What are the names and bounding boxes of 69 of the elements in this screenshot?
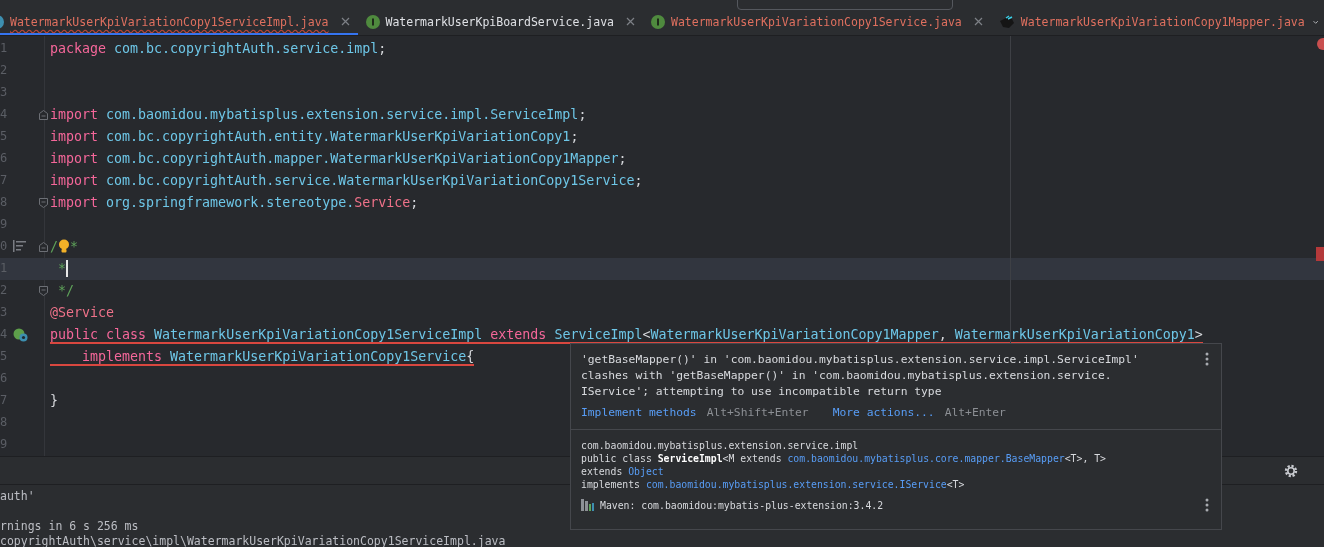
doc-line: extends Object (581, 465, 665, 478)
text-cursor (66, 259, 68, 277)
line-number: 6 (0, 151, 8, 165)
doc-link[interactable]: Object (628, 466, 664, 477)
close-icon[interactable] (626, 17, 635, 26)
line-number: 8 (0, 415, 8, 429)
lightbulb-icon[interactable] (58, 238, 70, 254)
code-line: import com.baomidou.mybatisplus.extension.service.impl.ServiceImpl; (50, 106, 587, 124)
editor-tab[interactable]: WatermarkUserKpiBoardService.java (357, 10, 643, 35)
console-output-line: rnings in 6 s 256 ms (0, 519, 140, 534)
editor-tab[interactable]: WatermarkUserKpiVariationCopy1Service.java (643, 10, 991, 35)
line-number: 2 (0, 283, 8, 297)
line-number: 9 (0, 217, 8, 231)
doc-line: implements com.baomidou.mybatisplus.extension.service.IService<T> (581, 478, 966, 491)
line-number: 5 (0, 349, 8, 363)
close-icon[interactable] (973, 17, 983, 26)
line-number: 0 (0, 239, 8, 253)
console-output-line: auth' (0, 489, 36, 504)
code-line: import org.springframework.stereotype.Service; (50, 194, 419, 212)
line-number: 3 (0, 85, 8, 99)
code-line: */ (57, 282, 75, 300)
line-number: 2 (0, 63, 8, 77)
code-line: / * (50, 238, 79, 256)
method-separator-icon[interactable] (13, 240, 26, 252)
library-source: Maven: com.baomidou:mybatis-plus-extension:3.4.2 (600, 499, 884, 511)
doc-line: com.baomidou.mybatisplus.extension.service.impl (581, 439, 860, 452)
line-number: 3 (0, 305, 8, 319)
shortcut-hint: Alt+Shift+Enter (706, 406, 809, 419)
editor-tab[interactable]: WatermarkUserKpiVariationCopy1Mapper.java (990, 10, 1313, 35)
code-line: package com.bc.copyrightAuth.service.impl; (50, 40, 387, 58)
more-options-icon[interactable] (1205, 352, 1209, 366)
code-line: import com.bc.copyrightAuth.service.WatermarkUserKpiVariationCopy1Service; (50, 172, 643, 190)
chevron-down-icon[interactable] (1312, 19, 1318, 26)
error-message: 'getBaseMapper()' in 'com.baomidou.mybatisplus.extension.service.impl.ServiceImpl' clashes with 'getBaseMapper()' in 'com.baomidou.mybatisplus.extension.service. IService'; attempting to use incompatible return type (581, 352, 1140, 400)
fold-icon[interactable] (39, 286, 48, 296)
doc-line: public class ServiceImpl<M extends com.baomidou.mybatisplus.core.mapper.BaseMapper<T>, T> (581, 452, 1107, 465)
action-link[interactable]: Implement methods (581, 406, 697, 419)
fold-icon[interactable] (39, 110, 48, 120)
doc-link[interactable]: com.baomidou.mybatisplus.core.mapper.BaseMapper (787, 453, 1065, 464)
settings-icon[interactable] (1284, 463, 1298, 478)
line-number: 8 (0, 195, 8, 209)
doc-link[interactable]: com.baomidou.mybatisplus.extension.service.IService (645, 479, 947, 490)
implemented-icon[interactable] (13, 328, 28, 342)
code-line: @Service (50, 304, 115, 322)
line-number: 7 (0, 173, 8, 187)
more-options-icon[interactable] (1205, 498, 1209, 512)
code-line: * (50, 259, 68, 279)
code-line: implements WatermarkUserKpiVariationCopy1Service{ (50, 348, 475, 366)
line-number: 1 (0, 41, 8, 55)
library-icon (581, 499, 595, 511)
code-line: import com.bc.copyrightAuth.entity.WatermarkUserKpiVariationCopy1; (50, 128, 579, 146)
line-number: 9 (0, 437, 8, 451)
line-number: 4 (0, 107, 8, 121)
interface-icon (365, 14, 380, 29)
fold-icon[interactable] (39, 242, 48, 252)
close-icon[interactable] (340, 17, 350, 26)
fold-icon[interactable] (39, 198, 48, 208)
bird-icon (998, 14, 1015, 29)
editor-tab[interactable]: WatermarkUserKpiVariationCopy1ServiceImpl.java (0, 10, 358, 35)
shortcut-hint: Alt+Enter (944, 406, 1006, 419)
code-line: } (50, 392, 58, 410)
code-line: import com.bc.copyrightAuth.mapper.WatermarkUserKpiVariationCopy1Mapper; (50, 150, 627, 168)
line-number: 7 (0, 393, 8, 407)
interface-icon (651, 14, 665, 29)
action-link[interactable]: More actions... (832, 406, 935, 419)
line-number: 6 (0, 371, 8, 385)
console-output-line: copyrightAuth\service\impl\WatermarkUserKpiVariationCopy1ServiceImpl.java (0, 534, 507, 547)
line-number: 5 (0, 129, 8, 143)
line-number: 4 (0, 327, 8, 341)
